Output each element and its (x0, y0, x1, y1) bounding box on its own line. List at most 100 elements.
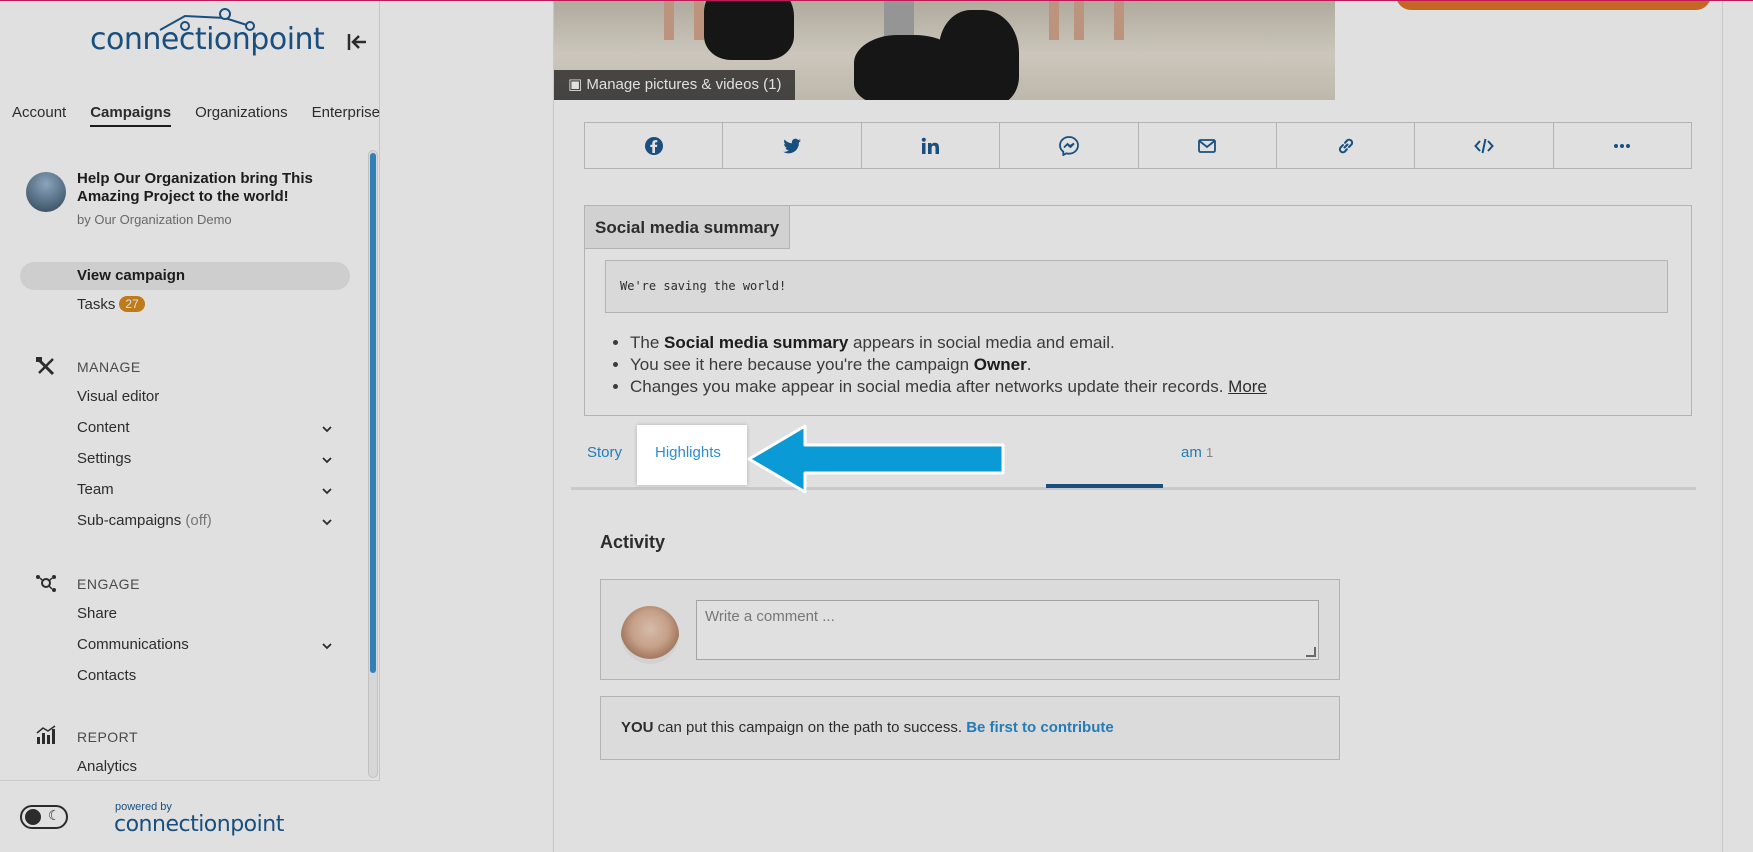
contribute-you: YOU (621, 719, 654, 736)
report-heading: REPORT (77, 729, 139, 745)
email-icon (1198, 138, 1217, 153)
dark-mode-toggle[interactable]: ☾ (20, 805, 68, 829)
image-icon: ▣ (568, 76, 583, 93)
hero-figure (664, 0, 674, 40)
sidebar-item-share[interactable]: Share (77, 605, 117, 622)
social-media-summary-text[interactable]: We're saving the world! (605, 260, 1668, 313)
view-campaign-button[interactable]: View campaign (20, 262, 350, 290)
sidebar-item-visual-editor[interactable]: Visual editor (77, 388, 159, 405)
top-nav: Account Campaigns Organizations Enterpri… (12, 104, 380, 127)
hero-figure (1049, 0, 1059, 40)
connectionpoint-logo[interactable]: connectionpoint (90, 4, 325, 57)
facebook-icon (644, 136, 663, 155)
sidebar-scrollbar[interactable] (368, 150, 378, 778)
list-item: You see it here because you're the campa… (630, 354, 1267, 376)
logo-text: connectionpoint (90, 22, 325, 57)
powered-by-logo[interactable]: connectionpoint (114, 812, 284, 837)
list-item: The Social media summary appears in soci… (630, 332, 1267, 354)
sidebar-item-sub-campaigns[interactable]: Sub-campaigns (off) (77, 512, 212, 529)
main-content: ▣ Manage pictures & videos (1) Social me… (381, 0, 1753, 852)
hero-figure (1114, 0, 1124, 40)
sidebar-item-tasks[interactable]: Tasks 27 (77, 296, 145, 313)
hero-figure (1074, 0, 1084, 40)
be-first-to-contribute-link[interactable]: Be first to contribute (966, 719, 1114, 736)
nav-organizations[interactable]: Organizations (195, 104, 288, 127)
list-item: Changes you make appear in social media … (630, 376, 1267, 398)
facebook-share-button[interactable] (585, 123, 724, 168)
tasks-label: Tasks (77, 296, 116, 313)
tab-team-count: 1 (1206, 445, 1214, 460)
collapse-sidebar-icon[interactable] (344, 30, 370, 56)
more-share-options-button[interactable] (1554, 123, 1691, 168)
activity-heading: Activity (600, 532, 666, 552)
tab-highlights-label: Highlights (655, 444, 721, 461)
campaign-avatar (26, 172, 66, 212)
campaign-owner: by Our Organization Demo (77, 212, 232, 227)
sidebar: connectionpoint Account Campaigns Organi… (0, 0, 380, 852)
sub-campaigns-label: Sub-campaigns (77, 512, 182, 529)
summary-help-list: The Social media summary appears in soci… (630, 332, 1267, 398)
sidebar-item-communications[interactable]: Communications (77, 636, 189, 653)
embed-icon (1474, 138, 1494, 153)
copy-link-button[interactable] (1277, 123, 1416, 168)
sub-campaigns-state: (off) (185, 512, 212, 529)
resize-handle-icon[interactable] (1306, 647, 1316, 657)
sidebar-footer: ☾ powered by connectionpoint (0, 780, 380, 852)
contribute-prompt: YOU can put this campaign on the path to… (600, 696, 1340, 760)
tab-team-label: am (1181, 444, 1202, 461)
email-share-button[interactable] (1139, 123, 1277, 168)
sidebar-item-settings[interactable]: Settings (77, 450, 131, 467)
manage-heading: MANAGE (77, 359, 141, 375)
tasks-count-badge: 27 (119, 296, 145, 312)
sidebar-item-contacts[interactable]: Contacts (77, 667, 136, 684)
linkedin-share-button[interactable] (862, 123, 1001, 168)
tab-highlights[interactable]: Highlights (637, 425, 747, 485)
nav-account[interactable]: Account (12, 104, 66, 127)
more-link[interactable]: More (1228, 377, 1267, 396)
active-tab-indicator (1046, 484, 1163, 488)
campaign-title: Help Our Organization bring This Amazing… (77, 170, 313, 205)
tab-team[interactable]: am 1 (1181, 444, 1213, 461)
bar-chart-icon (34, 725, 58, 745)
tab-story[interactable]: Story (587, 444, 622, 461)
twitter-share-button[interactable] (723, 123, 862, 168)
chevron-down-icon[interactable] (320, 453, 334, 467)
network-icon (34, 573, 58, 593)
campaign-hero-image[interactable]: ▣ Manage pictures & videos (1) (554, 0, 1335, 100)
messenger-icon (1058, 135, 1079, 156)
chevron-down-icon[interactable] (320, 515, 334, 529)
hero-figure (694, 0, 704, 40)
more-icon (1614, 143, 1631, 148)
pointer-arrow-icon (747, 424, 1005, 494)
twitter-icon (783, 138, 802, 153)
linkedin-icon (922, 137, 940, 154)
social-media-summary-tab[interactable]: Social media summary (585, 206, 791, 249)
chevron-down-icon[interactable] (320, 422, 334, 436)
comment-input[interactable]: Write a comment ... (696, 600, 1319, 660)
social-media-summary-panel: Social media summary We're saving the wo… (584, 205, 1692, 416)
manage-pictures-label: Manage pictures & videos (1) (586, 76, 782, 93)
share-bar (584, 122, 1692, 169)
hero-bag (704, 0, 794, 60)
comment-placeholder: Write a comment ... (705, 608, 835, 625)
contribute-text: can put this campaign on the path to suc… (653, 719, 967, 736)
sidebar-item-analytics[interactable]: Analytics (77, 758, 137, 775)
toggle-knob (25, 809, 41, 825)
user-avatar (621, 606, 679, 664)
engage-heading: ENGAGE (77, 576, 140, 592)
hero-bag (939, 10, 1019, 100)
contribute-cta-button[interactable] (1396, 0, 1711, 10)
nav-enterprise[interactable]: Enterprise (312, 104, 380, 127)
nav-campaigns[interactable]: Campaigns (90, 104, 172, 127)
manage-pictures-button[interactable]: ▣ Manage pictures & videos (1) (554, 70, 796, 100)
messenger-share-button[interactable] (1000, 123, 1139, 168)
sidebar-scrollbar-thumb[interactable] (370, 153, 376, 673)
sidebar-scroll-area: Help Our Organization bring This Amazing… (0, 150, 380, 780)
embed-button[interactable] (1415, 123, 1554, 168)
sidebar-item-team[interactable]: Team (77, 481, 114, 498)
chevron-down-icon[interactable] (320, 484, 334, 498)
view-campaign-label: View campaign (77, 267, 186, 284)
chevron-down-icon[interactable] (320, 639, 334, 653)
window-top-border (0, 0, 1753, 1)
sidebar-item-content[interactable]: Content (77, 419, 130, 436)
